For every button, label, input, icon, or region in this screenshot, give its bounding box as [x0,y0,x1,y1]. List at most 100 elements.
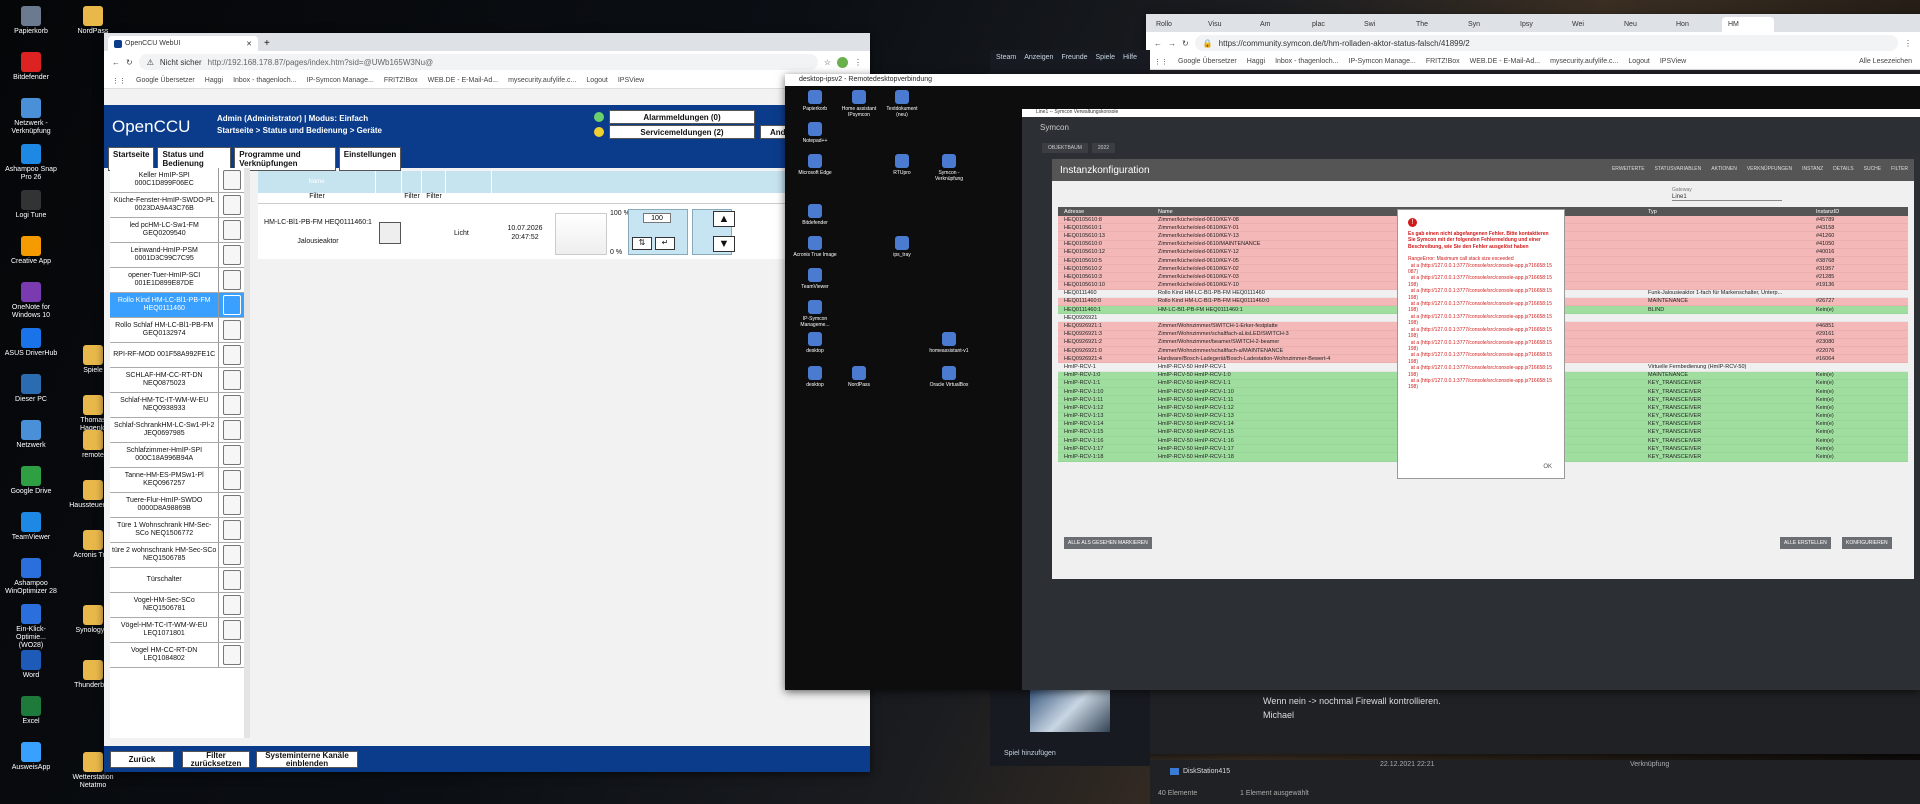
rdp-desktop-icon[interactable]: Symcon - Verknüpfung [927,154,971,182]
col-date[interactable] [446,171,492,193]
col-address[interactable]: Adresse [1058,209,1158,215]
symcon-toolbar-item[interactable]: INSTANZ [1802,166,1823,172]
device-list-item[interactable]: opener-Tuer-HmIP-SCI 001E1D899E87DE [110,268,244,293]
b2-tab[interactable]: Rollo [1150,17,1202,32]
steam-menu-item[interactable]: Freunde [1061,54,1087,61]
symcon-tab[interactable]: OBJEKTBAUM [1042,143,1088,153]
level-input[interactable] [643,213,671,223]
error-ok-button[interactable]: OK [1543,464,1552,470]
symcon-toolbar-item[interactable]: SUCHE [1864,166,1882,172]
device-list-item[interactable]: RPI-RF-MOD 001F58A992FE1C [110,343,244,368]
steam-menu-item[interactable]: Anzeigen [1024,54,1053,61]
b2-tab[interactable]: Neu [1618,17,1670,32]
desktop-icon[interactable]: Ein-Klick-Optimie... (WO28) [3,604,59,650]
desktop-icon[interactable]: Ashampoo WinOptimizer 28 [3,558,59,596]
bookmark-item[interactable]: IPSView [1660,58,1686,65]
bookmark-item[interactable]: IPSView [618,77,644,84]
device-list-item[interactable]: Schlafzimmer-HmIP-SPI 000C18A996B94A [110,443,244,468]
reload-icon[interactable]: ↻ [1182,39,1189,48]
rdp-desktop-icon[interactable]: IP-Symcon Manageme... [793,300,837,328]
b2-tab[interactable]: Am [1254,17,1306,32]
symcon-toolbar-item[interactable]: ERWEITERTE [1612,166,1645,172]
rdp-desktop-icon[interactable]: desktop [793,366,837,388]
desktop-icon[interactable]: OneNote for Windows 10 [3,282,59,320]
device-list-item[interactable]: Tanne-HM-ES-PMSw1-Pl KEQ0967257 [110,468,244,493]
rdp-desktop-icon[interactable]: homeassistant-v1 [927,332,971,354]
back-button[interactable]: Zurück [110,751,174,768]
desktop-icon[interactable]: ASUS DriverHub [3,328,59,358]
bookmark-item[interactable]: Logout [1628,58,1649,65]
ccu-url-field[interactable]: ⚠ Nicht sicher http://192.168.178.87/pag… [138,54,818,70]
steam-add-game[interactable]: Spiel hinzufügen [1004,750,1056,757]
device-list-item[interactable]: Vogel-HM-Sec-SCo NEQ1506781 [110,593,244,618]
enter-icon[interactable]: ↵ [655,237,675,250]
apps-icon[interactable]: ⋮⋮ [1154,58,1168,66]
bookmark-item[interactable]: mysecurity.aufylife.c... [508,77,576,84]
forward-icon[interactable]: → [1168,39,1176,48]
bookmark-item[interactable]: Google Übersetzer [136,77,195,84]
device-list-item[interactable]: Keller HmIP-SPI 000C1D899F06EC [110,168,244,193]
rdp-desktop-icon[interactable]: NordPass [837,366,881,388]
bookmark-item[interactable]: Google Übersetzer [1178,58,1237,65]
symcon-toolbar-item[interactable]: DETAILS [1833,166,1853,172]
symcon-toolbar-item[interactable]: AKTIONEN [1711,166,1737,172]
menu-icon[interactable]: ⋮ [1904,39,1912,48]
device-list-item[interactable]: Tuere-Flur-HmIP-SWDO 0000D8A98869B [110,493,244,518]
bookmark-item[interactable]: Haggi [1247,58,1265,65]
desktop-icon[interactable]: Papierkorb [3,6,59,36]
desktop-icon[interactable]: NordPass [68,6,118,36]
filter-room[interactable]: Filter [402,193,422,203]
bookmark-item[interactable]: Logout [586,77,607,84]
b2-tab[interactable]: Swi [1358,17,1410,32]
show-internal-channels-button[interactable]: Systeminterne Kanäle einblenden [256,751,358,768]
down-arrow-icon[interactable]: ▼ [713,236,735,252]
desktop-icon[interactable]: Creative App [3,236,59,266]
bookmark-item[interactable]: Haggi [205,77,223,84]
b2-tab[interactable]: HM [1722,17,1774,32]
symcon-toolbar-item[interactable]: VERKNÜPFUNGEN [1747,166,1792,172]
rdp-desktop-icon[interactable]: Bitdefender [793,204,837,226]
device-list-item[interactable]: SCHLAF-HM-CC-RT-DN NEQ0875023 [110,368,244,393]
device-list-item[interactable]: Vögel-HM-TC-IT-WM-W-EU LEQ1071801 [110,618,244,643]
device-list-item[interactable]: led pcHM-LC-Sw1-FM GEQ0209540 [110,218,244,243]
rdp-desktop-icon[interactable]: Home assistant IPsymcon [837,90,881,118]
desktop-icon[interactable]: AusweisApp [3,742,59,772]
apps-icon[interactable]: ⋮⋮ [112,77,126,85]
close-icon[interactable]: ✕ [246,40,252,48]
col-name[interactable]: Name [258,171,376,193]
b2-tab[interactable]: plac [1306,17,1358,32]
up-arrow-icon[interactable]: ▲ [713,211,735,227]
rdp-desktop-icon[interactable]: Papierkorb [793,90,837,112]
all-bookmarks[interactable]: Alle Lesezeichen [1859,58,1912,65]
desktop-icon[interactable]: TeamViewer [3,512,59,542]
bookmark-item[interactable]: Inbox - thagenloch... [1275,58,1338,65]
col-room[interactable] [402,171,422,193]
rdp-desktop-icon[interactable]: Oracle VirtualBox [927,366,971,388]
desktop-icon[interactable]: Word [3,650,59,680]
device-list-item[interactable]: Türe 1 Wohnschrank HM-Sec-SCo NEQ1506772 [110,518,244,543]
rdp-desktop-icon[interactable]: Notepad++ [793,122,837,144]
create-all-button[interactable]: ALLE ERSTELLEN [1780,537,1831,549]
bookmark-item[interactable]: FRITZ!Box [1426,58,1460,65]
symcon-toolbar-item[interactable]: STATUSVARIABLEN [1655,166,1702,172]
desktop-icon[interactable]: Dieser PC [3,374,59,404]
filter-func[interactable]: Filter [422,193,446,203]
col-func[interactable] [422,171,446,193]
col-instanceid[interactable]: InstanzID [1816,209,1839,215]
device-list-item[interactable]: Rollo Kind HM-LC-Bl1-PB-FM HEQ0111460 [110,293,244,318]
star-icon[interactable]: ☆ [824,58,831,67]
configure-button[interactable]: KONFIGURIEREN [1842,537,1892,549]
rdp-desktop-icon[interactable]: Textdokument (neu) [880,90,924,118]
rdp-desktop-icon[interactable]: TeamViewer [793,268,837,290]
device-list-item[interactable]: Leinwand-HmIP-PSM 0001D3C99C7C95 [110,243,244,268]
b2-url-field[interactable]: 🔒 https://community.symcon.de/t/hm-rolla… [1194,35,1898,51]
symcon-toolbar-item[interactable]: FILTER [1891,166,1908,172]
device-list-item[interactable]: Türschalter [110,568,244,593]
steam-menu-item[interactable]: Spiele [1096,54,1115,61]
b2-tab[interactable]: Hon [1670,17,1722,32]
channel-row[interactable]: HM-LC-Bl1-PB-FM HEQ0111460:1 Jalousieakt… [258,206,868,259]
bookmark-item[interactable]: WEB.DE - E-Mail-Ad... [428,77,498,84]
bookmark-item[interactable]: Inbox - thagenloch... [233,77,296,84]
symcon-tab[interactable]: 2022 [1091,143,1116,153]
b2-tab[interactable]: Visu [1202,17,1254,32]
